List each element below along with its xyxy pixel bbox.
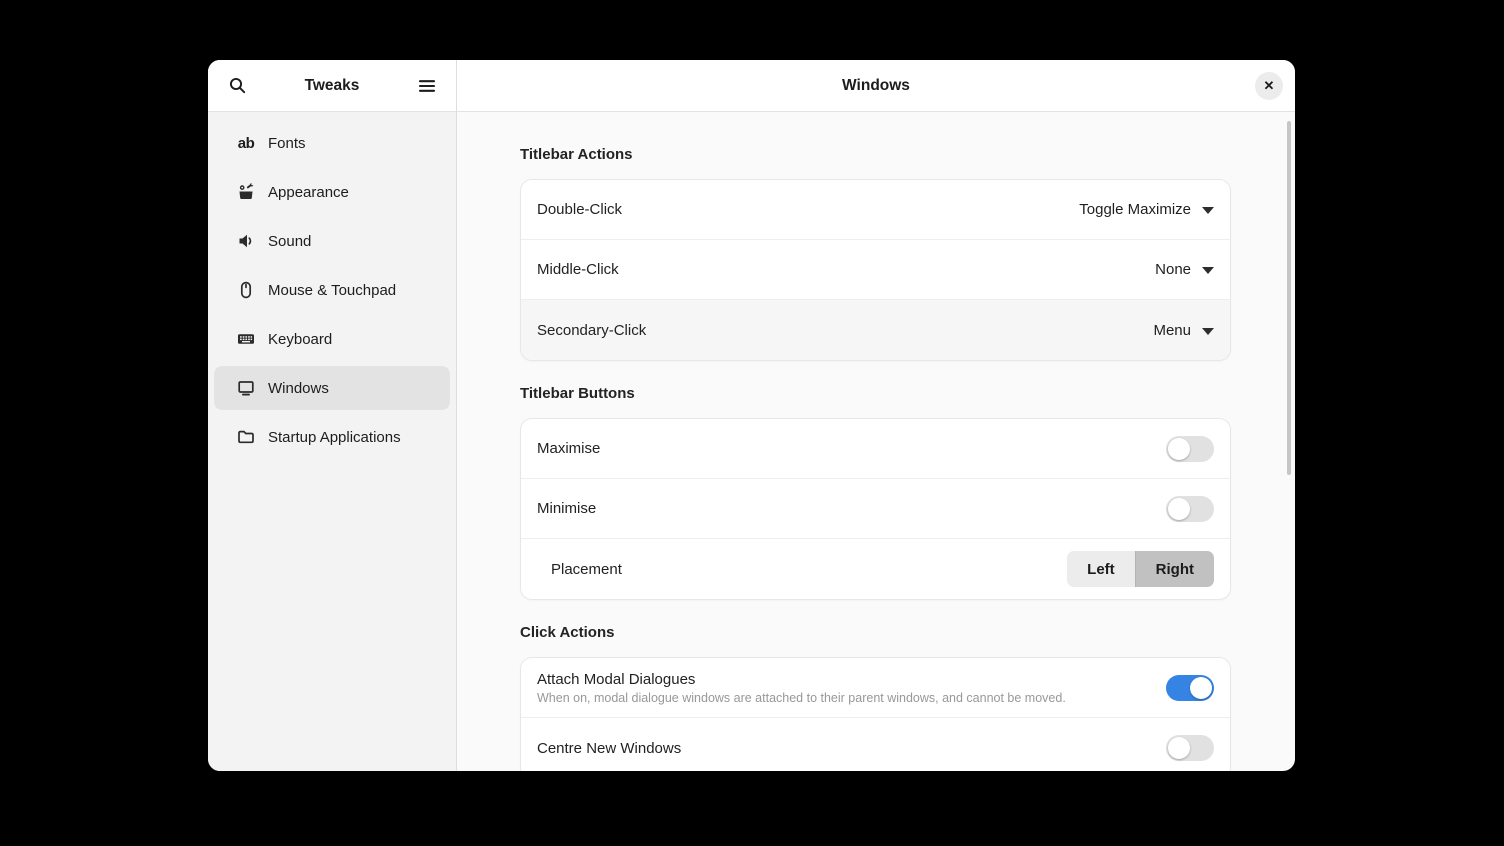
toggle-knob <box>1190 676 1212 699</box>
placement-right-button[interactable]: Right <box>1134 551 1214 587</box>
sidebar: Tweaks ab Fonts Appearance Sound Mouse &… <box>208 60 457 771</box>
middle-click-dropdown[interactable]: None <box>1155 261 1214 278</box>
double-click-row: Double-Click Toggle Maximize <box>521 180 1230 240</box>
section-heading: Titlebar Buttons <box>520 385 635 402</box>
sidebar-item-fonts[interactable]: ab Fonts <box>214 121 450 165</box>
tweaks-window: Tweaks ab Fonts Appearance Sound Mouse &… <box>208 60 1295 771</box>
keyboard-icon <box>237 330 255 348</box>
click-actions-card: Attach Modal Dialogues When on, modal di… <box>520 657 1231 771</box>
page-title: Windows <box>842 76 910 94</box>
row-label: Centre New Windows <box>537 739 682 757</box>
centre-new-windows-toggle[interactable] <box>1166 735 1214 761</box>
row-label: Attach Modal Dialogues <box>537 670 696 688</box>
sidebar-list: ab Fonts Appearance Sound Mouse & Touchp… <box>208 112 456 473</box>
row-label: Double-Click <box>537 201 623 218</box>
double-click-dropdown[interactable]: Toggle Maximize <box>1079 201 1214 218</box>
minimise-row: Minimise <box>521 479 1230 539</box>
dropdown-value: Toggle Maximize <box>1079 201 1191 218</box>
main-panel: Windows ✕ Titlebar Actions Double-Click … <box>457 60 1295 771</box>
secondary-click-row: Secondary-Click Menu <box>521 300 1230 360</box>
app-title: Tweaks <box>304 76 360 94</box>
section-heading: Titlebar Actions <box>520 146 633 163</box>
attach-modal-dialogues-row: Attach Modal Dialogues When on, modal di… <box>521 658 1230 718</box>
sidebar-item-mouse-touchpad[interactable]: Mouse & Touchpad <box>214 268 450 312</box>
toggle-knob <box>1168 737 1190 759</box>
section-click-actions: Click Actions Attach Modal Dialogues Whe… <box>520 624 1231 771</box>
sidebar-header: Tweaks <box>208 60 456 112</box>
display-icon <box>237 379 255 397</box>
centre-new-windows-row: Centre New Windows <box>521 718 1230 771</box>
hamburger-menu-icon <box>418 78 436 94</box>
row-label: Middle-Click <box>537 261 619 278</box>
row-label: Secondary-Click <box>537 321 647 339</box>
section-titlebar-buttons: Titlebar Buttons Maximise Minimise Place… <box>520 385 1231 600</box>
placement-segmented-control: Left Right <box>1067 551 1214 587</box>
maximise-toggle[interactable] <box>1166 435 1214 462</box>
row-subtitle: When on, modal dialogue windows are atta… <box>537 690 1066 705</box>
middle-click-row: Middle-Click None <box>521 240 1230 300</box>
section-heading: Click Actions <box>520 624 615 641</box>
sidebar-item-sound[interactable]: Sound <box>214 219 450 263</box>
menu-button[interactable] <box>414 73 440 99</box>
toggle-knob <box>1168 497 1190 520</box>
close-icon: ✕ <box>1263 78 1275 93</box>
chevron-down-icon <box>1202 267 1214 274</box>
toggle-knob <box>1168 437 1190 460</box>
search-icon <box>228 76 247 95</box>
speaker-icon <box>237 232 255 250</box>
sidebar-item-appearance[interactable]: Appearance <box>214 170 450 214</box>
chevron-down-icon <box>1202 207 1214 214</box>
folder-icon <box>237 428 255 446</box>
settings-content: Titlebar Actions Double-Click Toggle Max… <box>457 112 1295 771</box>
main-header: Windows ✕ <box>457 60 1295 112</box>
attach-modal-dialogues-toggle[interactable] <box>1166 674 1214 701</box>
sidebar-item-startup-applications[interactable]: Startup Applications <box>214 415 450 459</box>
titlebar-buttons-card: Maximise Minimise Placement Left Right <box>520 418 1231 600</box>
row-text: Attach Modal Dialogues When on, modal di… <box>537 662 1166 714</box>
sidebar-item-windows[interactable]: Windows <box>214 366 450 410</box>
scrollbar-thumb[interactable] <box>1287 121 1291 475</box>
appearance-icon <box>237 183 255 201</box>
mouse-icon <box>237 281 255 299</box>
secondary-click-dropdown[interactable]: Menu <box>1153 322 1214 339</box>
row-label: Minimise <box>537 500 597 517</box>
row-label: Maximise <box>537 440 601 457</box>
section-titlebar-actions: Titlebar Actions Double-Click Toggle Max… <box>520 146 1231 361</box>
dropdown-value: None <box>1155 261 1191 278</box>
sidebar-item-keyboard[interactable]: Keyboard <box>214 317 450 361</box>
search-button[interactable] <box>224 73 250 99</box>
chevron-down-icon <box>1202 327 1214 335</box>
placement-left-button[interactable]: Left <box>1067 551 1135 587</box>
maximise-row: Maximise <box>521 419 1230 479</box>
placement-row: Placement Left Right <box>521 539 1230 599</box>
close-button[interactable]: ✕ <box>1255 72 1283 100</box>
dropdown-value: Menu <box>1153 321 1191 339</box>
minimise-toggle[interactable] <box>1166 495 1214 522</box>
row-label: Placement <box>551 560 622 578</box>
fonts-icon: ab <box>237 134 255 152</box>
titlebar-actions-card: Double-Click Toggle Maximize Middle-Clic… <box>520 179 1231 361</box>
